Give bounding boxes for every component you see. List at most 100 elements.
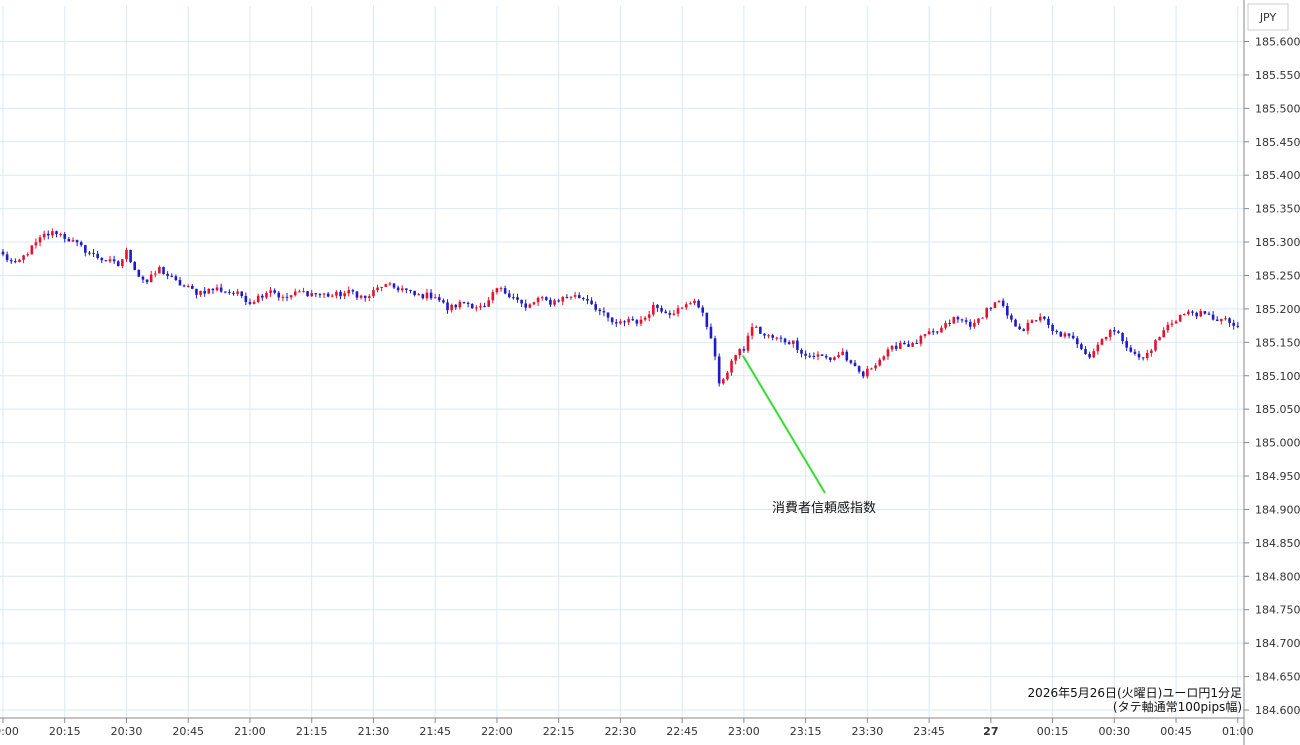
candle-down <box>79 242 83 246</box>
y-tick-label: 185.500 <box>1255 102 1300 115</box>
candle-up <box>289 295 293 298</box>
candle-up <box>676 308 680 314</box>
x-tick-label: 23:45 <box>913 725 945 738</box>
candle-up <box>121 259 124 266</box>
candle-down <box>713 338 717 357</box>
candle-down <box>1071 335 1075 339</box>
candle-down <box>14 261 17 263</box>
candlestick-chart: 185.600 185.550 185.500 185.450 185.400 185.3… <box>0 0 1300 745</box>
candle-up <box>372 290 375 297</box>
candle-up <box>343 293 346 297</box>
candle-down <box>240 291 244 296</box>
candle-up <box>1199 311 1203 317</box>
candle-up <box>643 317 647 320</box>
candle-down <box>1117 331 1120 333</box>
candle-up <box>866 368 869 377</box>
candle-up <box>1108 330 1112 337</box>
candle-down <box>96 253 99 258</box>
y-tick-label: 185.450 <box>1255 136 1300 149</box>
candle-up <box>153 273 157 275</box>
candle-up <box>1030 320 1034 323</box>
candle-down <box>1084 349 1087 355</box>
candle-down <box>421 294 425 299</box>
candle-up <box>417 294 421 296</box>
candle-up <box>1174 321 1178 324</box>
candle-up <box>310 293 313 297</box>
candle-up <box>981 317 984 319</box>
chart-subtitle: (タテ軸通常100pips幅) <box>1112 700 1242 714</box>
candle-down <box>5 254 9 261</box>
candle-up <box>952 317 956 324</box>
candle-up <box>841 351 844 356</box>
candle-down <box>968 321 972 327</box>
candle-down <box>759 326 762 334</box>
candle-up <box>878 359 882 366</box>
candle-down <box>931 331 935 333</box>
candle-down <box>1080 344 1083 350</box>
candle-down <box>170 275 174 277</box>
y-tick-label: 185.550 <box>1255 69 1300 82</box>
candle-down <box>244 295 248 303</box>
candle-down <box>520 299 523 304</box>
y-tick-label: 185.400 <box>1255 169 1300 182</box>
candle-down <box>112 259 116 262</box>
candle-down <box>549 299 552 305</box>
x-tick-label: 23:15 <box>790 725 822 738</box>
candle-up <box>380 286 383 288</box>
candle-down <box>326 293 330 297</box>
candle-down <box>1125 341 1128 348</box>
candle-up <box>215 287 219 291</box>
candle-up <box>108 259 112 262</box>
candle-up <box>746 335 750 351</box>
candle-up <box>1145 352 1149 359</box>
candle-down <box>1215 319 1219 321</box>
candle-down <box>1 251 5 255</box>
candle-down <box>717 356 721 384</box>
candle-up <box>30 245 34 255</box>
candle-down <box>602 311 606 313</box>
candle-up <box>293 291 297 296</box>
candle-down <box>857 366 861 372</box>
candle-down <box>796 340 799 350</box>
y-tick-label: 185.000 <box>1255 437 1300 450</box>
candle-up <box>684 304 688 308</box>
candle-down <box>182 285 186 287</box>
candle-up <box>977 318 980 323</box>
candle-up <box>1187 311 1190 315</box>
candle-down <box>129 249 132 263</box>
candle-up <box>1182 314 1186 316</box>
y-tick-label: 185.350 <box>1255 203 1300 216</box>
x-tick-label: 20:15 <box>49 725 81 738</box>
candle-down <box>1043 316 1046 319</box>
candle-down <box>1129 347 1133 352</box>
candle-down <box>145 279 149 283</box>
candle-down <box>1047 318 1050 325</box>
x-tick-label: 22:30 <box>605 725 637 738</box>
candle-down <box>1067 333 1071 336</box>
candle-down <box>405 288 408 290</box>
x-tick-label: 22:15 <box>543 725 575 738</box>
candle-down <box>1207 313 1211 315</box>
x-tick-label: 21:45 <box>419 725 451 738</box>
candle-down <box>742 349 746 351</box>
y-tick-label: 185.100 <box>1255 370 1300 383</box>
candle-down <box>223 291 227 293</box>
candle-up <box>693 300 696 304</box>
candle-up <box>322 293 326 295</box>
candle-down <box>211 288 215 291</box>
candle-up <box>433 297 437 299</box>
candle-down <box>396 287 400 291</box>
candle-up <box>911 343 914 347</box>
candle-up <box>1162 330 1166 338</box>
candle-up <box>149 274 153 283</box>
candle-up <box>874 365 877 369</box>
candle-up <box>376 287 379 291</box>
candle-down <box>104 260 108 262</box>
candle-down <box>1228 318 1231 323</box>
candle-up <box>1220 318 1223 321</box>
candle-down <box>697 300 700 308</box>
y-tick-label: 185.250 <box>1255 269 1300 282</box>
currency-label: JPY <box>1259 11 1277 24</box>
x-tick-label: 20:00 <box>0 725 19 738</box>
candle-down <box>512 297 515 299</box>
